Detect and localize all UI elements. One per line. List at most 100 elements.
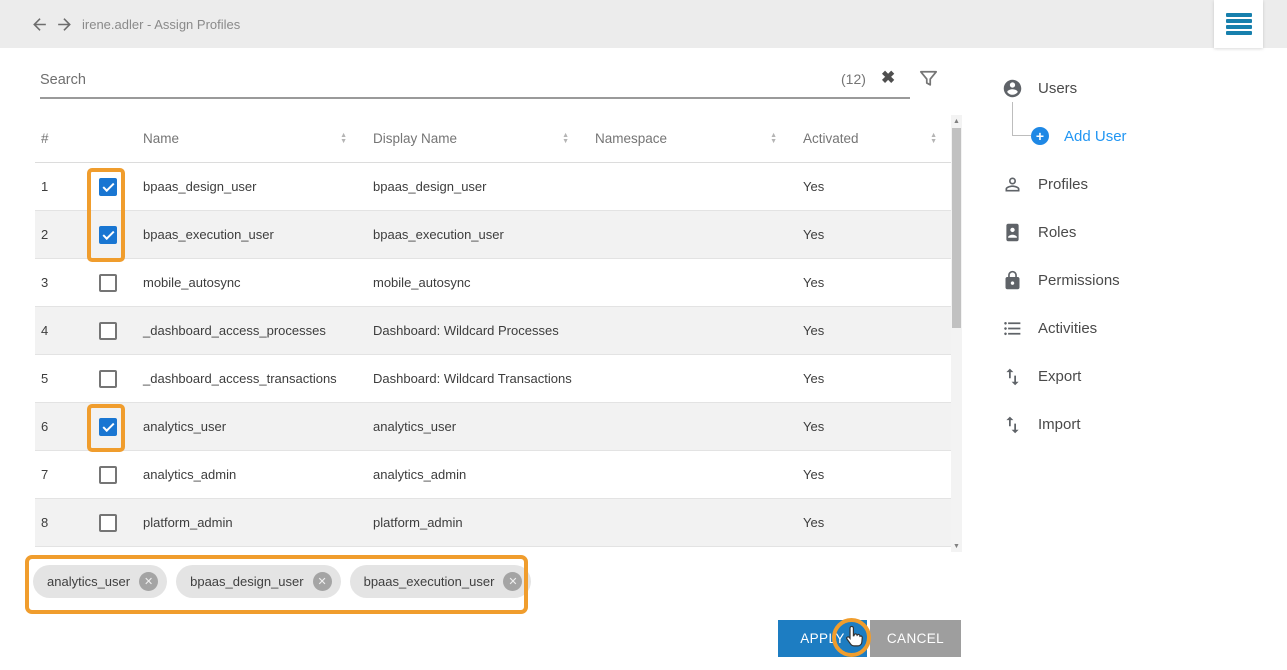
- sort-icon[interactable]: ▲▼: [930, 133, 937, 145]
- sidebar-item-label: Permissions: [1038, 272, 1120, 289]
- sidebar: Users + Add User Profiles Roles Permissi…: [985, 64, 1285, 448]
- sidebar-item-label: Users: [1038, 80, 1077, 97]
- row-activated: Yes: [791, 275, 951, 290]
- table-row[interactable]: 8 platform_admin platform_admin Yes: [35, 499, 951, 547]
- sort-icon[interactable]: ▲▼: [562, 133, 569, 145]
- selected-profile-chip: analytics_user ✕: [33, 565, 167, 598]
- table-header-row: # Name ▲▼ Display Name ▲▼ Namespace ▲▼ A…: [35, 115, 951, 163]
- import-export-icon: [1002, 414, 1023, 435]
- row-number: 7: [35, 467, 85, 482]
- table-row[interactable]: 2 bpaas_execution_user bpaas_execution_u…: [35, 211, 951, 259]
- selected-profile-chip: bpaas_execution_user ✕: [350, 565, 532, 598]
- apply-button[interactable]: APPLY: [778, 620, 867, 657]
- table-row[interactable]: 4 _dashboard_access_processes Dashboard:…: [35, 307, 951, 355]
- chip-label: bpaas_design_user: [190, 574, 303, 589]
- chip-label: analytics_user: [47, 574, 130, 589]
- row-display-name: bpaas_design_user: [361, 179, 583, 194]
- column-header-name[interactable]: Name ▲▼: [131, 131, 361, 146]
- hamburger-menu-icon[interactable]: [1214, 0, 1263, 48]
- clear-search-icon[interactable]: ✖: [881, 68, 895, 88]
- column-header-num: #: [35, 131, 85, 146]
- row-display-name: Dashboard: Wildcard Processes: [361, 323, 583, 338]
- row-number: 3: [35, 275, 85, 290]
- import-export-icon: [1002, 366, 1023, 387]
- plus-circle-icon: +: [1031, 127, 1049, 145]
- column-label: Name: [143, 131, 179, 146]
- row-name: _dashboard_access_processes: [131, 323, 361, 338]
- result-count: (12): [841, 71, 866, 87]
- row-checkbox[interactable]: [99, 514, 117, 532]
- forward-arrow-icon[interactable]: [55, 15, 74, 34]
- search-input[interactable]: [40, 64, 820, 96]
- row-activated: Yes: [791, 227, 951, 242]
- filter-funnel-icon[interactable]: [917, 67, 940, 90]
- sidebar-item-label: Roles: [1038, 224, 1076, 241]
- row-activated: Yes: [791, 179, 951, 194]
- sidebar-item-export[interactable]: Export: [985, 352, 1285, 400]
- tree-connector-vertical: [1012, 102, 1013, 136]
- sidebar-item-roles[interactable]: Roles: [985, 208, 1285, 256]
- sidebar-item-import[interactable]: Import: [985, 400, 1285, 448]
- row-checkbox[interactable]: [99, 418, 117, 436]
- scrollbar-thumb[interactable]: [952, 128, 961, 328]
- sidebar-item-permissions[interactable]: Permissions: [985, 256, 1285, 304]
- sidebar-item-label: Add User: [1064, 128, 1127, 145]
- table-row[interactable]: 7 analytics_admin analytics_admin Yes: [35, 451, 951, 499]
- row-activated: Yes: [791, 515, 951, 530]
- row-number: 2: [35, 227, 85, 242]
- page-title: irene.adler - Assign Profiles: [82, 0, 240, 48]
- row-activated: Yes: [791, 467, 951, 482]
- sort-icon[interactable]: ▲▼: [770, 133, 777, 145]
- table-body: 1 bpaas_design_user bpaas_design_user Ye…: [35, 163, 951, 547]
- column-label: Activated: [803, 131, 859, 146]
- profiles-table: # Name ▲▼ Display Name ▲▼ Namespace ▲▼ A…: [35, 115, 951, 547]
- table-row[interactable]: 1 bpaas_design_user bpaas_design_user Ye…: [35, 163, 951, 211]
- remove-chip-icon[interactable]: ✕: [139, 572, 158, 591]
- column-header-activated[interactable]: Activated ▲▼: [791, 131, 951, 146]
- back-arrow-icon[interactable]: [30, 15, 49, 34]
- scroll-up-icon[interactable]: ▲: [951, 115, 962, 127]
- row-name: mobile_autosync: [131, 275, 361, 290]
- column-header-display-name[interactable]: Display Name ▲▼: [361, 131, 583, 146]
- row-checkbox[interactable]: [99, 274, 117, 292]
- row-number: 6: [35, 419, 85, 434]
- row-number: 8: [35, 515, 85, 530]
- table-scrollbar[interactable]: ▲ ▼: [951, 115, 962, 552]
- column-label: Display Name: [373, 131, 457, 146]
- row-name: analytics_admin: [131, 467, 361, 482]
- row-checkbox[interactable]: [99, 226, 117, 244]
- table-row[interactable]: 6 analytics_user analytics_user Yes: [35, 403, 951, 451]
- sidebar-item-label: Activities: [1038, 320, 1097, 337]
- cancel-button[interactable]: CANCEL: [870, 620, 961, 657]
- column-label: Namespace: [595, 131, 667, 146]
- row-checkbox[interactable]: [99, 178, 117, 196]
- row-checkbox[interactable]: [99, 370, 117, 388]
- scroll-down-icon[interactable]: ▼: [951, 540, 962, 552]
- row-display-name: Dashboard: Wildcard Transactions: [361, 371, 583, 386]
- table-row[interactable]: 5 _dashboard_access_transactions Dashboa…: [35, 355, 951, 403]
- remove-chip-icon[interactable]: ✕: [313, 572, 332, 591]
- sidebar-item-add-user[interactable]: + Add User: [985, 112, 1285, 160]
- row-activated: Yes: [791, 323, 951, 338]
- row-name: bpaas_design_user: [131, 179, 361, 194]
- list-icon: [1002, 318, 1023, 339]
- sidebar-item-activities[interactable]: Activities: [985, 304, 1285, 352]
- sidebar-item-label: Import: [1038, 416, 1081, 433]
- column-header-namespace[interactable]: Namespace ▲▼: [583, 131, 791, 146]
- chip-label: bpaas_execution_user: [364, 574, 495, 589]
- sidebar-item-label: Profiles: [1038, 176, 1088, 193]
- sidebar-item-users[interactable]: Users: [985, 64, 1285, 112]
- selected-profile-chip: bpaas_design_user ✕: [176, 565, 340, 598]
- row-checkbox[interactable]: [99, 322, 117, 340]
- row-display-name: mobile_autosync: [361, 275, 583, 290]
- sidebar-item-profiles[interactable]: Profiles: [985, 160, 1285, 208]
- row-number: 5: [35, 371, 85, 386]
- person-outline-icon: [1002, 174, 1023, 195]
- row-display-name: analytics_user: [361, 419, 583, 434]
- row-checkbox[interactable]: [99, 466, 117, 484]
- table-row[interactable]: 3 mobile_autosync mobile_autosync Yes: [35, 259, 951, 307]
- row-display-name: platform_admin: [361, 515, 583, 530]
- row-number: 4: [35, 323, 85, 338]
- sort-icon[interactable]: ▲▼: [340, 133, 347, 145]
- remove-chip-icon[interactable]: ✕: [503, 572, 522, 591]
